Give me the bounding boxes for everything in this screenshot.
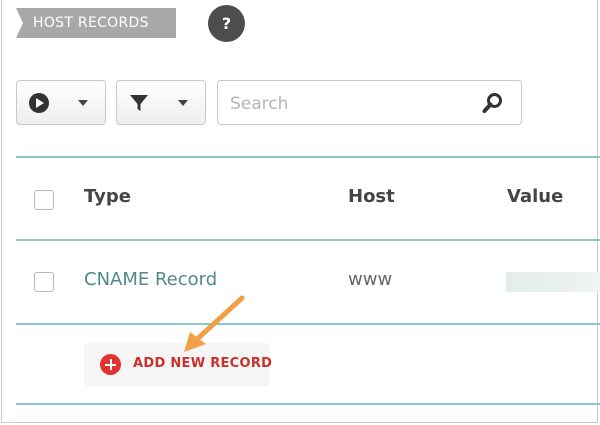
- play-circle-icon: [29, 93, 49, 113]
- filter-icon: [130, 95, 148, 111]
- annotation-arrow-icon: [184, 295, 245, 352]
- search-box[interactable]: [217, 80, 522, 125]
- search-input[interactable]: [228, 89, 472, 119]
- record-host: www: [348, 269, 393, 290]
- row-checkbox[interactable]: [34, 272, 54, 292]
- chevron-down-icon: [178, 100, 188, 106]
- record-type-link[interactable]: CNAME Record: [84, 269, 217, 290]
- record-value-redacted: [506, 272, 600, 292]
- row-divider: [16, 323, 600, 325]
- plus-circle-icon: [100, 354, 121, 375]
- select-all-checkbox[interactable]: [34, 190, 54, 210]
- table-top-divider: [16, 156, 600, 158]
- help-button[interactable]: ?: [208, 5, 245, 42]
- section-title: HOST RECORDS: [33, 15, 149, 31]
- actions-dropdown-button[interactable]: [16, 80, 106, 125]
- help-icon: ?: [221, 14, 232, 33]
- search-icon[interactable]: [482, 92, 504, 114]
- table-bottom-divider: [16, 403, 600, 405]
- column-header-value[interactable]: Value: [507, 186, 563, 207]
- chevron-down-icon: [78, 100, 88, 106]
- column-header-host[interactable]: Host: [348, 186, 395, 207]
- section-title-tag: HOST RECORDS: [16, 8, 176, 38]
- column-header-type[interactable]: Type: [84, 186, 131, 207]
- header-divider: [16, 239, 600, 241]
- filter-dropdown-button[interactable]: [116, 80, 206, 125]
